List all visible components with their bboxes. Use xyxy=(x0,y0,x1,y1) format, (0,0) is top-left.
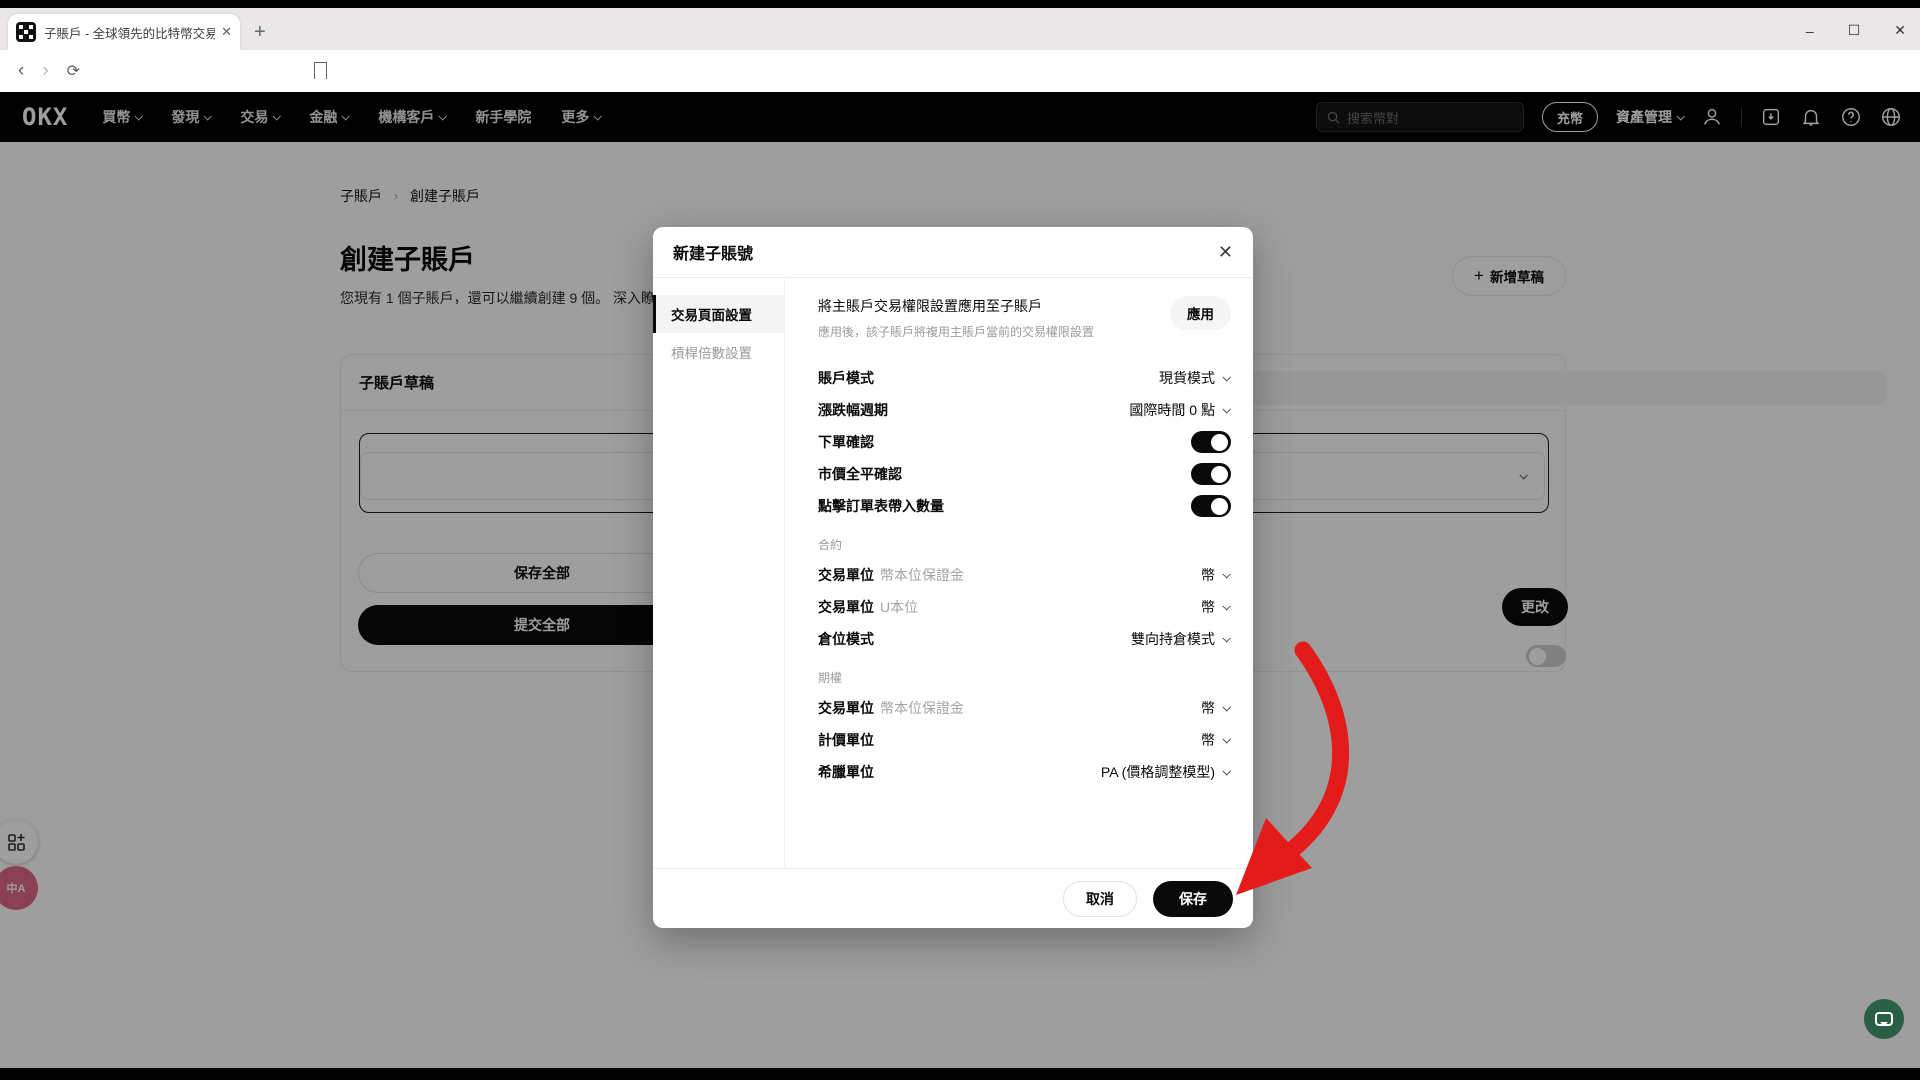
row-options-unit-coin: 交易單位 幣本位保證金 幣 xyxy=(818,692,1231,724)
row-order-confirm: 下單確認 xyxy=(818,426,1231,458)
market-close-confirm-toggle-on[interactable] xyxy=(1191,463,1231,485)
browser-toolbar: ‹ › ⟳ okx.com/zh-hant/account/sub-accoun… xyxy=(0,50,1920,92)
window-minimize-button[interactable]: – xyxy=(1806,23,1814,39)
options-price-unit-value[interactable]: 幣 xyxy=(1201,730,1215,750)
modal-body: 將主賬戶交易權限設置應用至子賬戶 應用後，該子賬戶將複用主賬戶當前的交易權限設置… xyxy=(785,278,1253,868)
screen: 子賬戶 - 全球領先的比特幣交易平台 ✕ + – ☐ ✕ ‹ › ⟳ okx.c… xyxy=(0,0,1920,1080)
chevron-down-icon[interactable] xyxy=(1222,703,1230,711)
tab-close-icon[interactable]: ✕ xyxy=(221,24,232,40)
apply-permissions-desc: 應用後，該子賬戶將複用主賬戶當前的交易權限設置 xyxy=(818,323,1156,340)
window-top-strip xyxy=(0,0,1920,8)
position-mode-value[interactable]: 雙向持倉模式 xyxy=(1131,629,1215,649)
chevron-down-icon[interactable] xyxy=(1222,373,1230,381)
row-market-close-confirm: 市價全平確認 xyxy=(818,458,1231,490)
futures-unit-usdt-value[interactable]: 幣 xyxy=(1201,597,1215,617)
tab-leverage-settings[interactable]: 槓桿倍數設置 xyxy=(653,333,784,371)
forward-icon[interactable]: › xyxy=(42,60,48,82)
chat-icon xyxy=(1875,1012,1893,1026)
chevron-down-icon[interactable] xyxy=(1222,767,1230,775)
cancel-button[interactable]: 取消 xyxy=(1063,881,1137,917)
chevron-down-icon[interactable] xyxy=(1222,735,1230,743)
order-confirm-toggle-on[interactable] xyxy=(1191,431,1231,453)
modal-sidebar: 交易頁面設置 槓桿倍數設置 xyxy=(653,278,785,868)
create-sub-account-modal: 新建子賬號 ✕ 交易頁面設置 槓桿倍數設置 將主賬戶交易權限設置應用至子賬戶 應… xyxy=(653,227,1253,928)
row-futures-unit-usdt: 交易單位 U本位 幣 xyxy=(818,591,1231,623)
tab-trade-page-settings[interactable]: 交易頁面設置 xyxy=(653,295,784,333)
chevron-down-icon[interactable] xyxy=(1222,634,1230,642)
chevron-down-icon[interactable] xyxy=(1222,405,1230,413)
save-button[interactable]: 保存 xyxy=(1153,881,1233,917)
close-icon[interactable]: ✕ xyxy=(1218,242,1233,263)
modal-footer: 取消 保存 xyxy=(653,868,1253,928)
reload-icon[interactable]: ⟳ xyxy=(67,61,80,81)
tab-title: 子賬戶 - 全球領先的比特幣交易平台 xyxy=(44,23,215,42)
options-unit-coin-value[interactable]: 幣 xyxy=(1201,698,1215,718)
browser-tab-bar: 子賬戶 - 全球領先的比特幣交易平台 ✕ + – ☐ ✕ xyxy=(0,8,1920,50)
row-futures-unit-coin: 交易單位 幣本位保證金 幣 xyxy=(818,559,1231,591)
orderbook-qty-toggle-on[interactable] xyxy=(1191,495,1231,517)
back-icon[interactable]: ‹ xyxy=(18,60,24,82)
row-change-period: 漲跌幅週期 國際時間 0 點 xyxy=(818,394,1231,426)
chevron-down-icon[interactable] xyxy=(1222,570,1230,578)
new-tab-button[interactable]: + xyxy=(254,21,266,43)
futures-unit-coin-value[interactable]: 幣 xyxy=(1201,565,1215,585)
window-close-button[interactable]: ✕ xyxy=(1894,22,1906,39)
row-account-mode: 賬戶模式 現貨模式 xyxy=(818,362,1231,394)
greeks-unit-value[interactable]: PA (價格調整模型) xyxy=(1101,762,1215,782)
change-period-value[interactable]: 國際時間 0 點 xyxy=(1129,400,1215,420)
row-position-mode: 倉位模式 雙向持倉模式 xyxy=(818,623,1231,655)
apply-button[interactable]: 應用 xyxy=(1170,296,1231,330)
support-chat-button[interactable] xyxy=(1864,999,1904,1039)
window-maximize-button[interactable]: ☐ xyxy=(1848,22,1861,39)
bookmark-icon[interactable] xyxy=(314,62,327,79)
chevron-down-icon[interactable] xyxy=(1222,602,1230,610)
modal-title: 新建子賬號 xyxy=(673,240,1218,264)
apply-permissions-title: 將主賬戶交易權限設置應用至子賬戶 xyxy=(818,296,1156,316)
row-orderbook-qty: 點擊訂單表帶入數量 xyxy=(818,490,1231,522)
futures-section-label: 合約 xyxy=(818,536,1231,553)
row-greeks-unit: 希臘單位 PA (價格調整模型) xyxy=(818,756,1231,788)
row-options-price-unit: 計價單位 幣 xyxy=(818,724,1231,756)
options-section-label: 期權 xyxy=(818,669,1231,686)
bottom-black-bar xyxy=(0,1068,1920,1080)
browser-tab[interactable]: 子賬戶 - 全球領先的比特幣交易平台 ✕ xyxy=(8,14,240,50)
okx-favicon xyxy=(16,22,36,42)
account-mode-value[interactable]: 現貨模式 xyxy=(1159,368,1215,388)
